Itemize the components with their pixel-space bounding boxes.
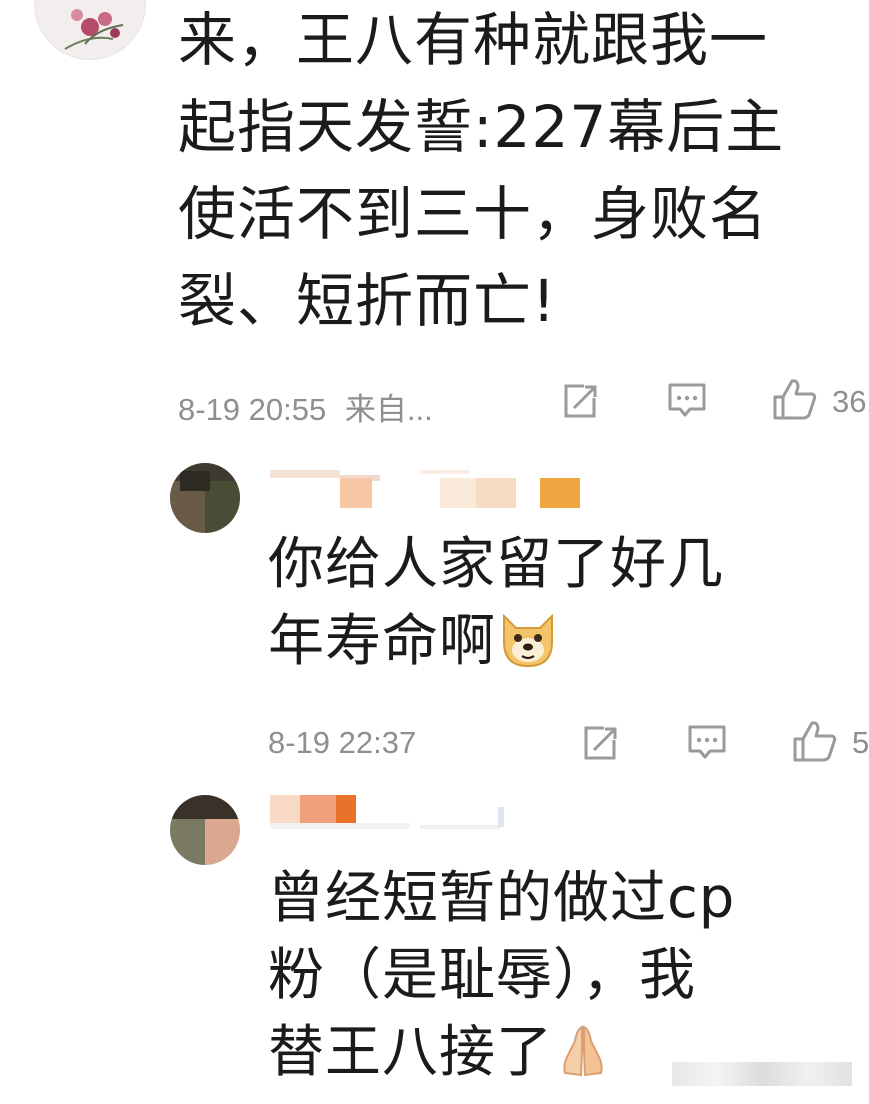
timestamp: 8-19 20:55 bbox=[178, 392, 327, 427]
comment-meta: 8-19 20:55 来自... bbox=[178, 384, 433, 429]
doge-emoji-icon bbox=[496, 606, 560, 690]
comment-text: 来，王八有种就跟我一 起指天发誓:227幕后主 使活不到三十，身败名 裂、短折而… bbox=[178, 0, 784, 345]
reply-text: 你给人家留了好几 年寿命啊 bbox=[268, 526, 724, 690]
thumbs-up-icon[interactable] bbox=[772, 377, 818, 421]
flower-avatar-icon bbox=[64, 9, 124, 50]
comment-text-line: 裂、短折而亡! bbox=[178, 267, 557, 335]
username-redacted[interactable] bbox=[270, 787, 520, 829]
share-icon[interactable] bbox=[560, 381, 600, 421]
blurred-overlay bbox=[672, 1062, 852, 1086]
reply-meta: 8-19 22:37 bbox=[268, 725, 416, 761]
reply-text: 曾经短暂的做过cp 粉（是耻辱），我 替王八接了 bbox=[268, 860, 735, 1101]
avatar[interactable] bbox=[34, 0, 146, 60]
avatar[interactable] bbox=[170, 795, 240, 865]
reply-text-line: 你给人家留了好几 bbox=[268, 532, 724, 597]
avatar[interactable] bbox=[170, 463, 240, 533]
like-count: 36 bbox=[832, 384, 867, 419]
comment-text-line: 使活不到三十，身败名 bbox=[178, 180, 769, 248]
username-redacted[interactable] bbox=[270, 470, 590, 508]
comment-text-line: 来，王八有种就跟我一 bbox=[178, 6, 769, 74]
reply-text-line: 粉（是耻辱），我 bbox=[268, 943, 696, 1008]
like-count: 5 bbox=[852, 725, 869, 760]
reply-text-line: 年寿命啊 bbox=[268, 603, 724, 690]
reply-text-line: 曾经短暂的做过cp bbox=[268, 866, 736, 931]
comment-text-line: 起指天发誓:227幕后主 bbox=[178, 93, 785, 161]
praying-hands-emoji-icon bbox=[553, 1021, 613, 1101]
comment-icon[interactable] bbox=[686, 723, 728, 763]
source-link[interactable]: 来自... bbox=[345, 392, 433, 427]
thumbs-up-icon[interactable] bbox=[792, 719, 838, 763]
comment-icon[interactable] bbox=[666, 381, 708, 421]
share-icon[interactable] bbox=[580, 723, 620, 763]
timestamp: 8-19 22:37 bbox=[268, 725, 417, 760]
reply-text-line: 替王八接了 bbox=[268, 1014, 735, 1101]
